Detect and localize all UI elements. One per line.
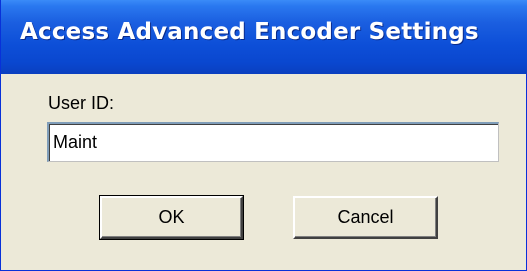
cancel-button-label: Cancel	[337, 207, 394, 227]
dialog-body: User ID: OK Cancel	[4, 74, 523, 267]
window-title: Access Advanced Encoder Settings	[20, 19, 479, 45]
user-id-input[interactable]	[47, 122, 499, 162]
ok-button-label: OK	[158, 207, 185, 227]
dialog-window: Access Advanced Encoder Settings User ID…	[0, 0, 527, 271]
user-id-label: User ID:	[48, 93, 115, 113]
cancel-button[interactable]: Cancel	[293, 196, 438, 239]
title-bar[interactable]: Access Advanced Encoder Settings	[1, 0, 527, 74]
ok-button[interactable]: OK	[100, 196, 243, 239]
